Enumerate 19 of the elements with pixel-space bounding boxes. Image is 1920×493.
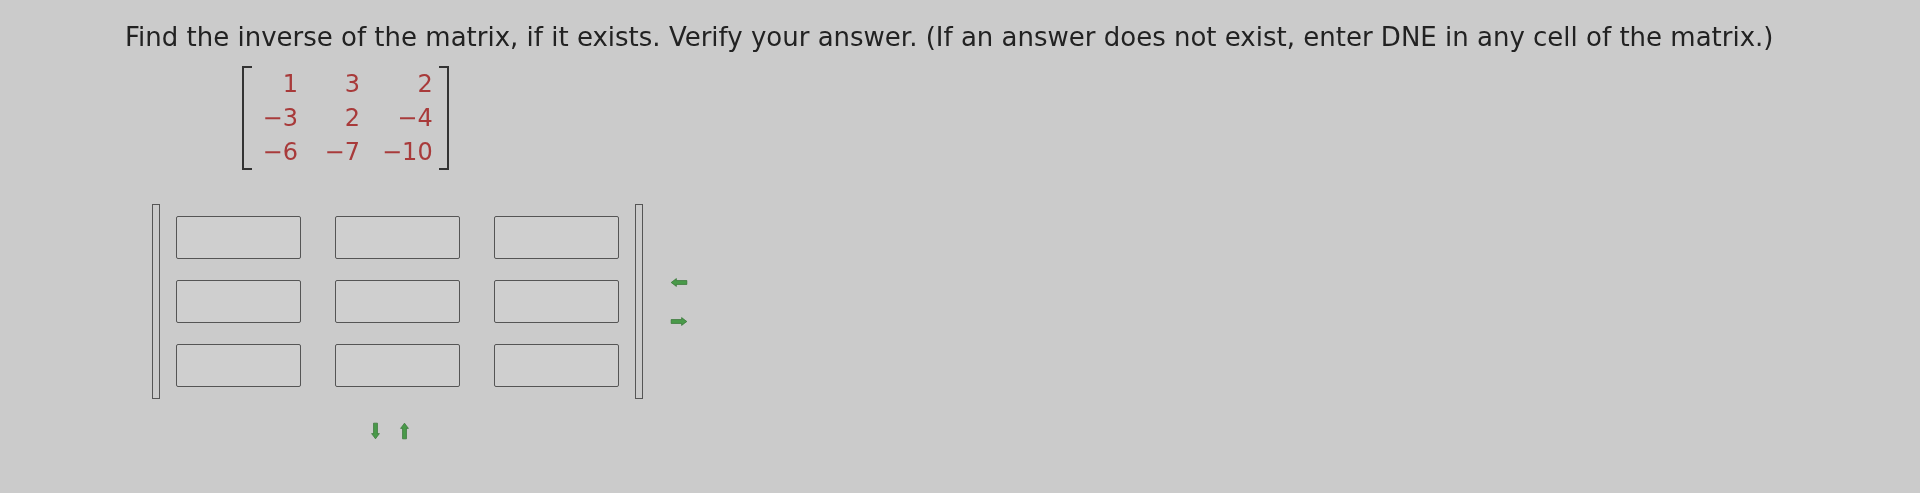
answer-input-field[interactable] <box>494 344 619 387</box>
answer-input-field[interactable] <box>176 216 301 259</box>
answer-input-field[interactable] <box>176 344 301 387</box>
matrix-entry: −4 <box>396 104 433 132</box>
matrix-entry: 3 <box>343 70 360 98</box>
matrix-entry: −7 <box>323 138 360 166</box>
matrix-entry: 2 <box>343 104 360 132</box>
answer-input-field[interactable] <box>494 280 619 323</box>
matrix-entry: −6 <box>261 138 298 166</box>
answer-input-field[interactable] <box>335 344 460 387</box>
answer-input-field[interactable] <box>335 280 460 323</box>
matrix-entry: −10 <box>382 138 433 166</box>
matrix-entry: 1 <box>281 70 298 98</box>
answer-input-field[interactable] <box>176 280 301 323</box>
matrix-entry: 2 <box>416 70 433 98</box>
matrix-entry: −3 <box>261 104 298 132</box>
answer-input-field[interactable] <box>494 216 619 259</box>
question-text: Find the inverse of the matrix, if it exists. Verify your answer. (If an answer does not exist, enter DNE in any cell of the matrix.) <box>125 22 1775 52</box>
answer-input-field[interactable] <box>335 216 460 259</box>
